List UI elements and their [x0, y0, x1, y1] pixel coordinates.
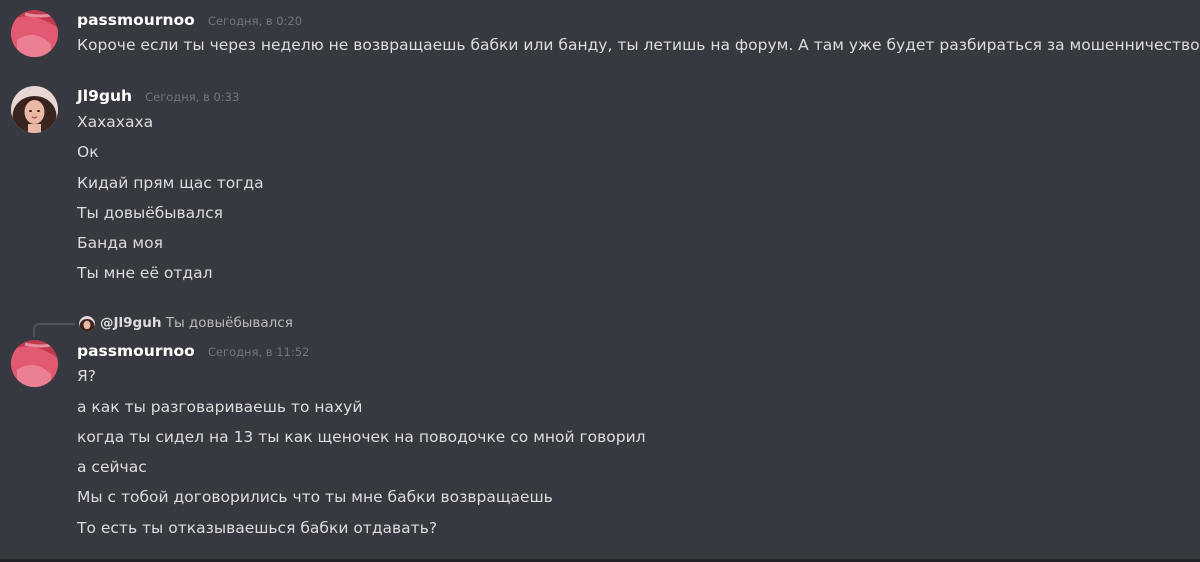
reply-preview[interactable]: @Jl9guh Ты довыёбывался	[33, 315, 533, 337]
username[interactable]: passmournoo	[77, 342, 195, 360]
username[interactable]: Jl9guh	[77, 87, 132, 105]
avatar[interactable]	[11, 86, 58, 133]
message-text: а как ты разговариваешь то нахуй	[77, 398, 363, 416]
message-text: когда ты сидел на 13 ты как щеночек на п…	[77, 428, 646, 446]
message-text: Ок	[77, 143, 99, 161]
reply-spine	[33, 323, 75, 337]
message-header: passmournoo Сегодня, в 11:52	[77, 341, 309, 365]
message-text: То есть ты отказываешься бабки отдавать?	[77, 519, 438, 537]
avatar[interactable]	[11, 10, 58, 57]
girl-avatar-icon	[79, 316, 95, 332]
message-text: Банда моя	[77, 234, 163, 252]
reply-avatar	[79, 316, 95, 332]
message-text: Кидай прям щас тогда	[77, 174, 264, 192]
chat-message-list: passmournoo Сегодня, в 0:20 Короче если …	[0, 0, 1200, 562]
reply-content: Ты довыёбывался	[165, 315, 293, 331]
username[interactable]: passmournoo	[77, 11, 195, 29]
message-text: а сейчас	[77, 458, 147, 476]
timestamp: Сегодня, в 11:52	[207, 345, 310, 359]
timestamp: Сегодня, в 0:33	[145, 90, 240, 104]
reply-mention[interactable]: @Jl9guh	[100, 315, 161, 331]
message-text: Я?	[77, 367, 96, 385]
pink-avatar-icon	[11, 340, 58, 387]
message-text: Ты мне её отдал	[77, 264, 213, 282]
reply-text: @Jl9guh Ты довыёбывался	[100, 315, 293, 331]
girl-avatar-icon	[11, 86, 58, 133]
avatar[interactable]	[11, 340, 58, 387]
message-text: Хахахаха	[77, 113, 154, 131]
message-header: Jl9guh Сегодня, в 0:33	[77, 86, 239, 110]
message-text: Мы с тобой договорились что ты мне бабки…	[77, 488, 553, 506]
message-text: Короче если ты через неделю не возвращае…	[77, 36, 1200, 54]
timestamp: Сегодня, в 0:20	[207, 14, 303, 28]
pink-avatar-icon	[11, 10, 58, 57]
message-text: Ты довыёбывался	[77, 204, 223, 222]
message-header: passmournoo Сегодня, в 0:20	[77, 10, 302, 34]
